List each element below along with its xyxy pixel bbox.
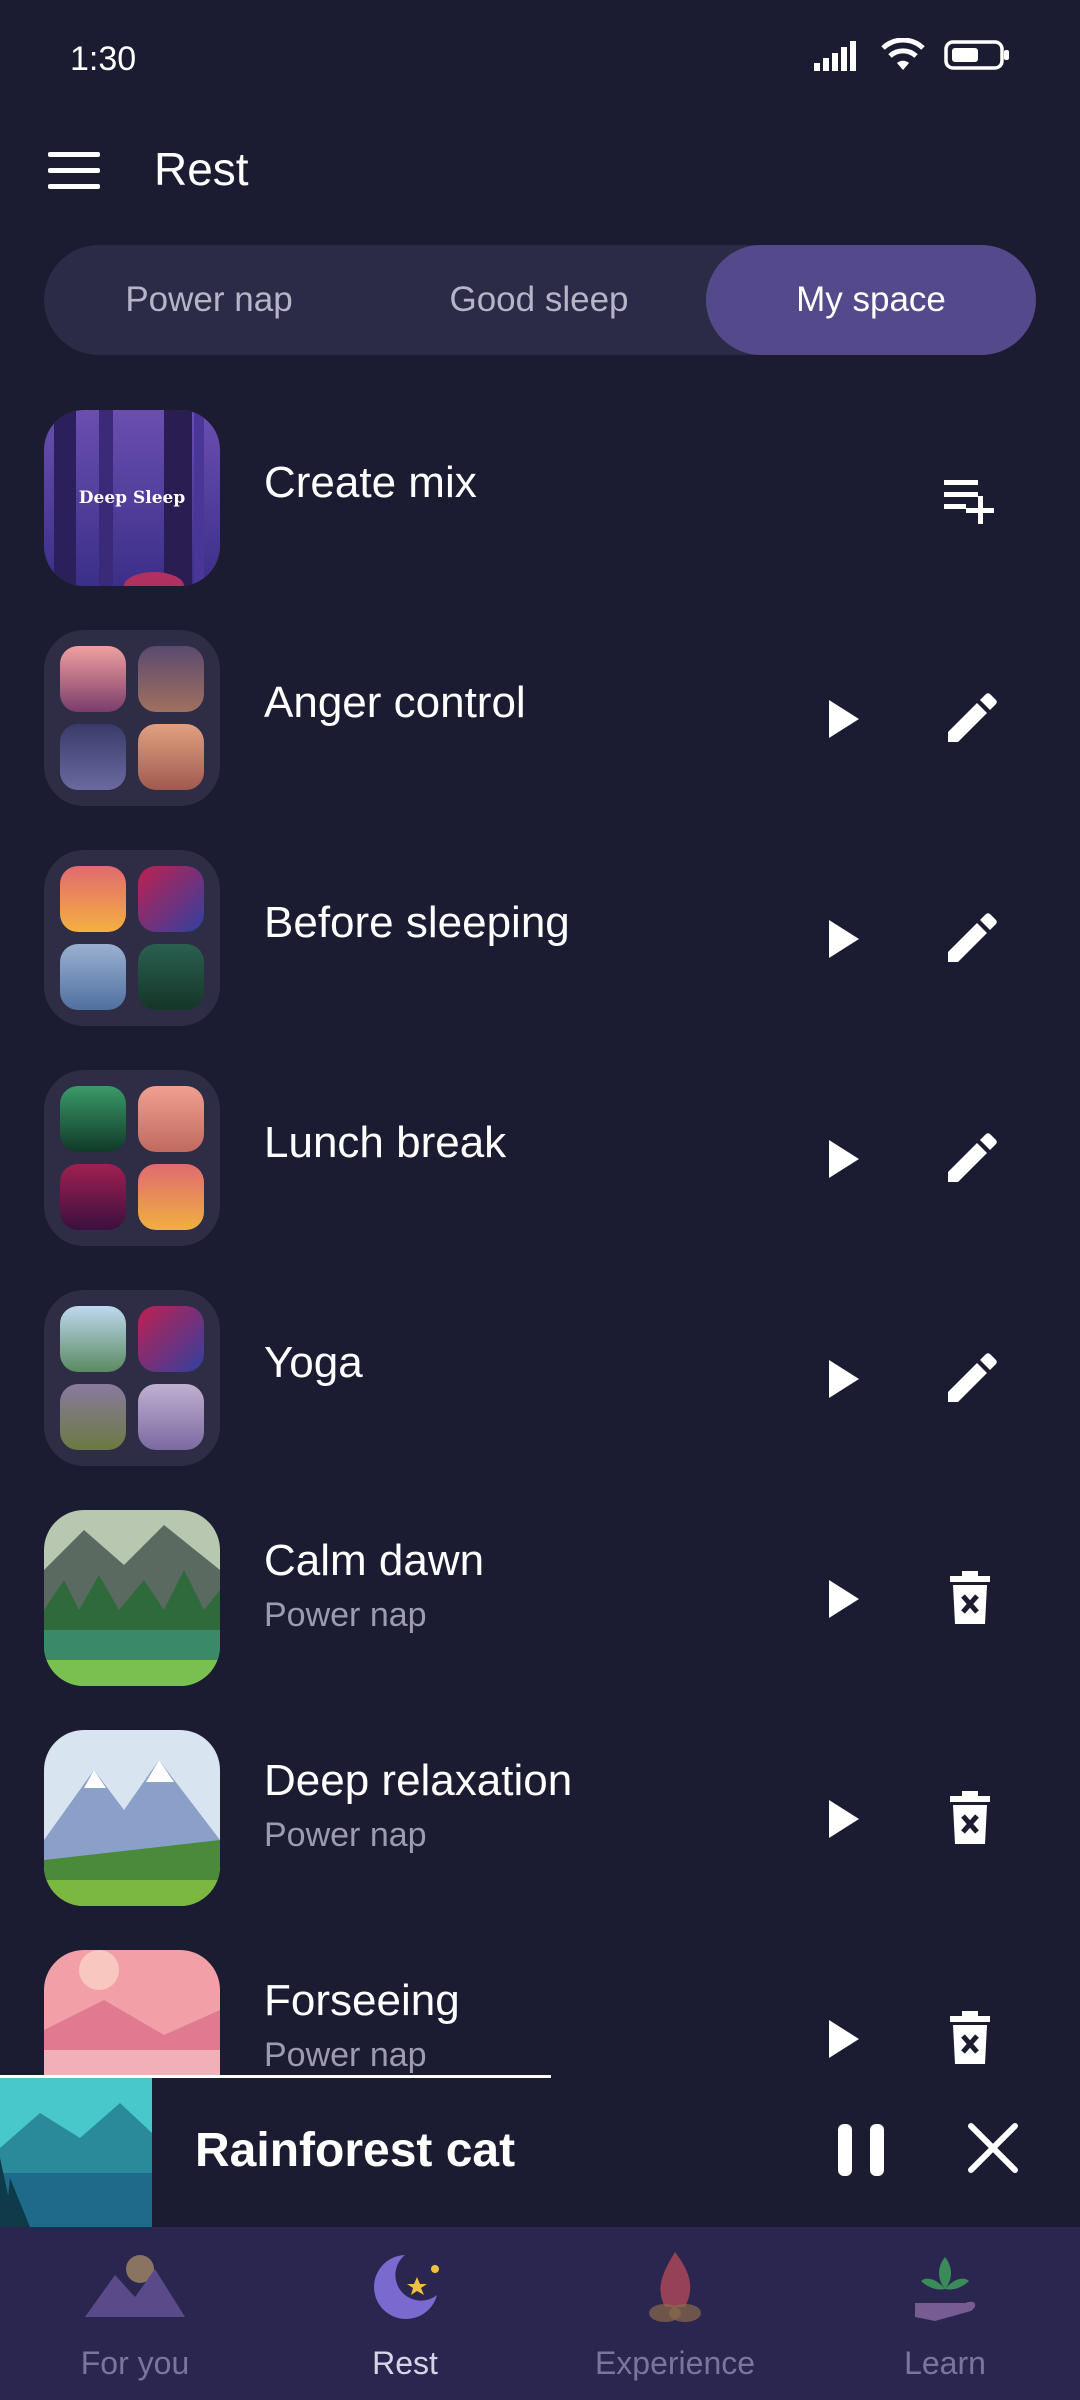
sunset-image bbox=[60, 866, 126, 932]
lake-forest-image bbox=[44, 1510, 220, 1686]
hand-plant-icon bbox=[915, 2257, 976, 2321]
valley-image bbox=[60, 1384, 126, 1450]
play-icon[interactable] bbox=[815, 692, 869, 746]
item-title: Anger control bbox=[264, 678, 526, 727]
list-item[interactable]: Deep Sleep Create mix bbox=[0, 400, 1080, 600]
wifi-icon bbox=[881, 38, 925, 70]
hills-image bbox=[138, 1384, 204, 1450]
list-item[interactable]: Anger control bbox=[0, 620, 1080, 820]
status-icons bbox=[814, 38, 1010, 72]
item-title: Calm dawn bbox=[264, 1536, 485, 1585]
tab-power-nap[interactable]: Power nap bbox=[44, 245, 374, 355]
item-title: Forseeing bbox=[264, 1976, 460, 2025]
list-item[interactable]: Before sleeping bbox=[0, 840, 1080, 1040]
rainforest-lake-image bbox=[0, 2078, 152, 2227]
mountain-image bbox=[60, 1306, 126, 1372]
list-item[interactable]: Deep relaxation Power nap bbox=[0, 1720, 1080, 1920]
edit-icon[interactable] bbox=[940, 1128, 1000, 1188]
campfire-icon bbox=[649, 2252, 701, 2322]
forest-image bbox=[60, 1164, 126, 1230]
play-icon[interactable] bbox=[815, 1572, 869, 1626]
tab-good-sleep[interactable]: Good sleep bbox=[374, 245, 704, 355]
play-icon[interactable] bbox=[815, 912, 869, 966]
play-icon[interactable] bbox=[815, 1132, 869, 1186]
page-title: Rest bbox=[154, 143, 249, 195]
item-subtitle: Power nap bbox=[264, 1596, 427, 1634]
delete-icon[interactable] bbox=[940, 1788, 1000, 1848]
pagoda-image bbox=[60, 646, 126, 712]
mountain-image bbox=[60, 724, 126, 790]
desert-image bbox=[138, 1086, 204, 1152]
waterfall-image bbox=[60, 944, 126, 1010]
mix-thumbnail bbox=[44, 630, 220, 806]
tab-my-space[interactable]: My space bbox=[706, 245, 1036, 355]
item-title: Lunch break bbox=[264, 1118, 507, 1167]
item-title: Deep relaxation bbox=[264, 1756, 573, 1805]
item-subtitle: Power nap bbox=[264, 1816, 427, 1854]
nav-label: For you bbox=[80, 2345, 190, 2381]
list-item[interactable]: Calm dawn Power nap bbox=[0, 1500, 1080, 1700]
delete-icon[interactable] bbox=[940, 2008, 1000, 2068]
status-bar: 1:30 bbox=[0, 0, 1080, 120]
item-title: Before sleeping bbox=[264, 898, 570, 947]
mix-thumbnail bbox=[44, 850, 220, 1026]
bottom-navigation: For you Rest Experience Learn bbox=[0, 2227, 1080, 2400]
nav-label: Rest bbox=[372, 2345, 438, 2381]
close-icon[interactable] bbox=[965, 2120, 1021, 2176]
item-title: Create mix bbox=[264, 458, 477, 507]
nav-rest[interactable]: Rest bbox=[270, 2227, 540, 2400]
tree-image bbox=[60, 1086, 126, 1152]
app-bar: Rest bbox=[0, 120, 1080, 220]
sunset-image bbox=[138, 1164, 204, 1230]
play-icon[interactable] bbox=[815, 1352, 869, 1406]
list-item[interactable]: Yoga bbox=[0, 1280, 1080, 1480]
edit-icon[interactable] bbox=[940, 1348, 1000, 1408]
mix-thumbnail bbox=[44, 1070, 220, 1246]
balloon-image bbox=[138, 866, 204, 932]
play-icon[interactable] bbox=[815, 2012, 869, 2066]
pause-icon[interactable] bbox=[834, 2120, 888, 2180]
list-item[interactable]: Lunch break bbox=[0, 1060, 1080, 1260]
edit-icon[interactable] bbox=[940, 688, 1000, 748]
moon-stars-icon bbox=[374, 2255, 439, 2319]
desert-image bbox=[138, 724, 204, 790]
mountains-moon-icon bbox=[85, 2255, 185, 2317]
status-time: 1:30 bbox=[70, 40, 137, 78]
segment-tabs: Power nap Good sleep My space bbox=[44, 245, 1036, 355]
item-thumbnail bbox=[44, 1510, 220, 1686]
now-playing-title: Rainforest cat bbox=[195, 2124, 516, 2177]
deep-sleep-logo: Deep Sleep bbox=[78, 488, 186, 508]
nav-learn[interactable]: Learn bbox=[810, 2227, 1080, 2400]
nav-for-you[interactable]: For you bbox=[0, 2227, 270, 2400]
playlist-add-icon[interactable] bbox=[940, 470, 1000, 530]
snowy-mountain-image bbox=[44, 1730, 220, 1906]
play-icon[interactable] bbox=[815, 1792, 869, 1846]
planet-image bbox=[138, 646, 204, 712]
menu-icon[interactable] bbox=[48, 148, 104, 194]
nav-label: Learn bbox=[904, 2345, 986, 2381]
balloon-image bbox=[138, 1306, 204, 1372]
nav-experience[interactable]: Experience bbox=[540, 2227, 810, 2400]
create-mix-thumbnail: Deep Sleep bbox=[44, 410, 220, 586]
signal-icon bbox=[814, 41, 856, 71]
battery-icon bbox=[944, 40, 1009, 70]
tree-image bbox=[138, 944, 204, 1010]
delete-icon[interactable] bbox=[940, 1568, 1000, 1628]
item-title: Yoga bbox=[264, 1338, 363, 1387]
mini-player[interactable]: Rainforest cat bbox=[0, 2075, 1080, 2227]
item-subtitle: Power nap bbox=[264, 2036, 427, 2074]
item-thumbnail bbox=[44, 1730, 220, 1906]
player-thumbnail bbox=[0, 2078, 152, 2227]
nav-label: Experience bbox=[594, 2345, 756, 2381]
mix-thumbnail bbox=[44, 1290, 220, 1466]
edit-icon[interactable] bbox=[940, 908, 1000, 968]
